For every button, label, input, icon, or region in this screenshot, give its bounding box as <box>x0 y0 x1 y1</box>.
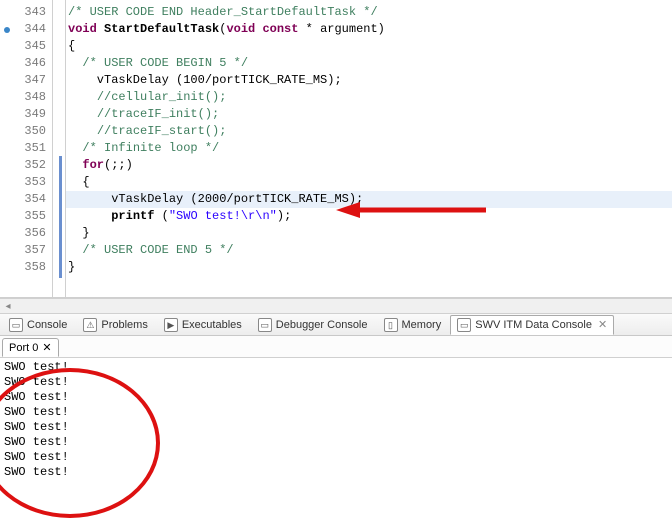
line-number: 355 <box>0 208 52 225</box>
line-number: 346 <box>0 55 52 72</box>
view-tab-swv-itm-data-console[interactable]: ▭ SWV ITM Data Console ✕ <box>450 315 614 335</box>
view-tab-memory[interactable]: ▯ Memory <box>377 315 449 335</box>
tab-label: SWV ITM Data Console <box>475 319 592 331</box>
console-icon: ▭ <box>9 318 23 332</box>
console-line: SWO test! <box>4 450 668 465</box>
console-line: SWO test! <box>4 405 668 420</box>
swv-console-output[interactable]: SWO test!SWO test!SWO test!SWO test!SWO … <box>0 358 672 482</box>
code-line[interactable]: /* Infinite loop */ <box>66 140 672 157</box>
view-tab-problems[interactable]: ⚠ Problems <box>76 315 154 335</box>
code-line[interactable]: { <box>66 38 672 55</box>
console-line: SWO test! <box>4 375 668 390</box>
line-number: 347 <box>0 72 52 89</box>
line-number: 343 <box>0 4 52 21</box>
port-tab[interactable]: Port 0 ✕ <box>2 338 59 357</box>
memory-icon: ▯ <box>384 318 398 332</box>
line-number: 357 <box>0 242 52 259</box>
line-number: 348 <box>0 89 52 106</box>
tab-label: Debugger Console <box>276 319 368 331</box>
view-tab-debugger-console[interactable]: ▭ Debugger Console <box>251 315 375 335</box>
swv-itm-data-console-icon: ▭ <box>457 318 471 332</box>
tab-label: Memory <box>402 319 442 331</box>
console-line: SWO test! <box>4 360 668 375</box>
console-line: SWO test! <box>4 420 668 435</box>
close-icon[interactable]: ✕ <box>42 341 51 354</box>
line-number: 345 <box>0 38 52 55</box>
horizontal-scrollbar[interactable]: ◂ <box>0 298 672 314</box>
line-number: 356 <box>0 225 52 242</box>
view-tabbar[interactable]: ▭ Console ⚠ Problems ▶ Executables ▭ Debugger C… <box>0 314 672 336</box>
code-area[interactable]: /* USER CODE END Header_StartDefaultTask… <box>66 0 672 297</box>
line-number: 354 <box>0 191 52 208</box>
code-line[interactable]: { <box>66 174 672 191</box>
code-line[interactable]: /* USER CODE BEGIN 5 */ <box>66 55 672 72</box>
folding-ruler <box>52 0 66 297</box>
problems-icon: ⚠ <box>83 318 97 332</box>
executables-icon: ▶ <box>164 318 178 332</box>
tab-label: Problems <box>101 319 147 331</box>
code-line[interactable]: } <box>66 259 672 276</box>
view-tab-executables[interactable]: ▶ Executables <box>157 315 249 335</box>
view-tab-console[interactable]: ▭ Console <box>2 315 74 335</box>
code-line[interactable]: printf ("SWO test!\r\n"); <box>66 208 672 225</box>
tab-label: Console <box>27 319 67 331</box>
line-number-gutter: 3433443453463473483493503513523533543553… <box>0 0 52 297</box>
line-number: 344 <box>0 21 52 38</box>
line-number: 352 <box>0 157 52 174</box>
line-number: 350 <box>0 123 52 140</box>
console-line: SWO test! <box>4 435 668 450</box>
tab-label: Executables <box>182 319 242 331</box>
scroll-left-icon[interactable]: ◂ <box>0 301 16 312</box>
line-number: 358 <box>0 259 52 276</box>
code-line[interactable]: vTaskDelay (2000/portTICK_RATE_MS); <box>66 191 672 208</box>
code-line[interactable]: void StartDefaultTask(void const * argum… <box>66 21 672 38</box>
code-editor[interactable]: 3433443453463473483493503513523533543553… <box>0 0 672 298</box>
port-tabbar[interactable]: Port 0 ✕ <box>0 336 672 358</box>
port-tab-label: Port 0 <box>9 342 38 354</box>
console-line: SWO test! <box>4 390 668 405</box>
code-line[interactable]: /* USER CODE END Header_StartDefaultTask… <box>66 4 672 21</box>
code-line[interactable]: /* USER CODE END 5 */ <box>66 242 672 259</box>
code-line[interactable]: //traceIF_init(); <box>66 106 672 123</box>
code-line[interactable]: } <box>66 225 672 242</box>
line-number: 349 <box>0 106 52 123</box>
code-line[interactable]: //traceIF_start(); <box>66 123 672 140</box>
console-line: SWO test! <box>4 465 668 480</box>
debugger-console-icon: ▭ <box>258 318 272 332</box>
code-line[interactable]: for(;;) <box>66 157 672 174</box>
line-number: 351 <box>0 140 52 157</box>
code-line[interactable]: vTaskDelay (100/portTICK_RATE_MS); <box>66 72 672 89</box>
code-line[interactable]: //cellular_init(); <box>66 89 672 106</box>
close-icon[interactable]: ✕ <box>596 318 607 331</box>
line-number: 353 <box>0 174 52 191</box>
